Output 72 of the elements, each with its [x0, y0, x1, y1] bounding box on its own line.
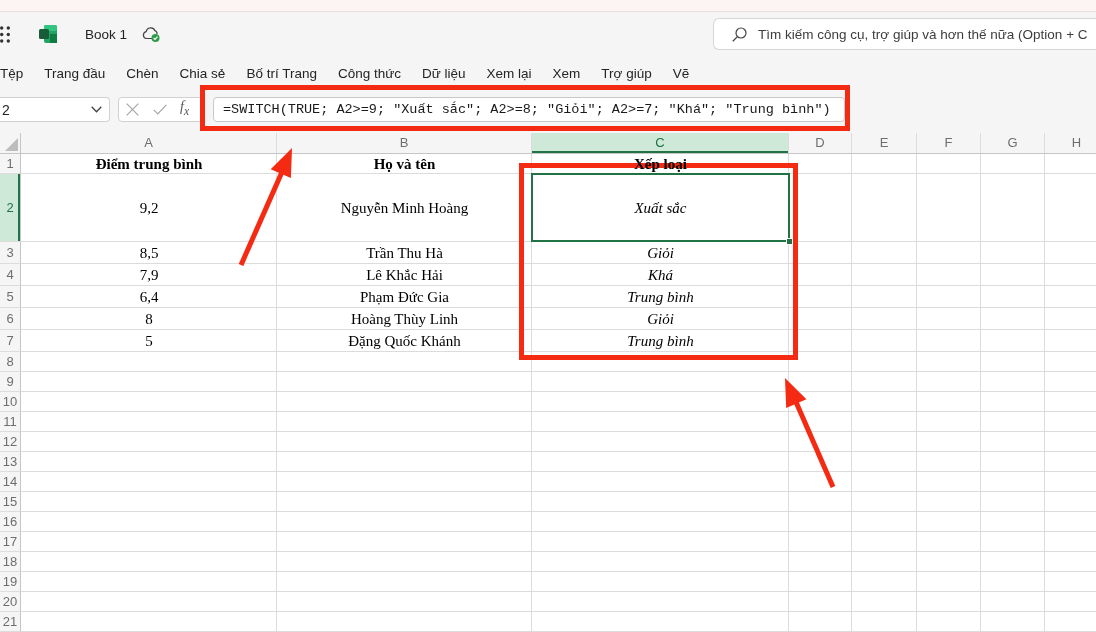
cell-value: 6,4 [139, 288, 159, 306]
spreadsheet-logo-icon[interactable] [39, 25, 57, 43]
ribbon-tab[interactable]: Xem lại [486, 66, 532, 82]
row-header[interactable]: 11 [0, 412, 21, 432]
name-box[interactable]: 2 [0, 97, 110, 122]
formula-field[interactable]: =SWITCH(TRUE; A2>=9; "Xuất sắc"; A2>=8; "Giỏi"; A2>=7; "Khá"; "Trung bình") [213, 97, 845, 122]
cell-value: Lê Khắc Hải [366, 266, 443, 284]
column-title: Họ và tên [373, 155, 436, 173]
row-header[interactable]: 9 [0, 372, 21, 392]
column-header[interactable]: F [917, 133, 981, 153]
search-field[interactable]: Tìm kiếm công cụ, trợ giúp và hơn thế nữa (Option + C [713, 18, 1096, 50]
cell-value: Đặng Quốc Khánh [348, 332, 461, 350]
cell-value: Giỏi [647, 244, 674, 262]
ribbon-tab[interactable]: Chia sẻ [179, 66, 226, 82]
row-header[interactable]: 5 [0, 286, 21, 308]
cell-value: Nguyễn Minh Hoàng [340, 199, 469, 217]
ribbon-tab[interactable]: Tệp [0, 66, 24, 82]
column-header[interactable]: C [532, 133, 789, 153]
row-header[interactable]: 20 [0, 592, 21, 612]
column-header[interactable]: D [789, 133, 852, 153]
search-icon [732, 27, 747, 42]
ribbon-tab[interactable]: Chèn [126, 66, 159, 82]
row-header[interactable]: 17 [0, 532, 21, 552]
column-header[interactable]: G [981, 133, 1045, 153]
ribbon-tab[interactable]: Công thức [337, 66, 401, 82]
chevron-down-icon[interactable] [91, 106, 102, 113]
cell-value: 7,9 [139, 266, 159, 284]
column-title: Điểm trung bình [95, 155, 203, 173]
cell-value: 8 [145, 310, 153, 328]
row-header[interactable]: 18 [0, 552, 21, 572]
row-header[interactable]: 2 [0, 174, 21, 242]
cloud-check-icon[interactable] [142, 26, 161, 42]
cell-value: 5 [145, 332, 153, 350]
row-header[interactable]: 16 [0, 512, 21, 532]
cell-value: Xuất sắc [634, 198, 687, 217]
row-header[interactable]: 12 [0, 432, 21, 452]
column-header[interactable]: A [21, 133, 277, 153]
cell-value: Trung bình [627, 332, 694, 350]
row-header[interactable]: 1 [0, 154, 21, 174]
row-header[interactable]: 6 [0, 308, 21, 330]
cell-value: Phạm Đức Gia [360, 288, 449, 306]
document-title[interactable]: Book 1 [85, 26, 128, 42]
column-header[interactable]: E [852, 133, 917, 153]
row-header[interactable]: 3 [0, 242, 21, 264]
ribbon-tab[interactable]: Trợ giúp [601, 66, 652, 82]
column-header[interactable]: H [1045, 133, 1096, 153]
grid-dots-icon[interactable] [0, 25, 10, 43]
row-header[interactable]: 13 [0, 452, 21, 472]
check-icon[interactable] [153, 104, 167, 115]
row-header[interactable]: 19 [0, 572, 21, 592]
cell-value: Giỏi [647, 310, 674, 328]
cell-value: Trần Thu Hà [366, 244, 443, 262]
cell-value: 9,2 [139, 199, 159, 217]
cell-value: Khá [648, 266, 673, 284]
fill-handle-icon[interactable] [786, 238, 793, 245]
insert-function-button[interactable]: f$_{x}$ [180, 99, 190, 120]
cell-value: 8,5 [139, 244, 159, 262]
row-header[interactable]: 4 [0, 264, 21, 286]
selection-frame[interactable]: Xuất sắc [531, 173, 790, 242]
row-header[interactable]: 7 [0, 330, 21, 352]
row-header[interactable]: 10 [0, 392, 21, 412]
cell-value: Hoàng Thùy Linh [350, 310, 459, 328]
row-header[interactable]: 21 [0, 612, 21, 632]
row-header[interactable]: 8 [0, 352, 21, 372]
ribbon-tab[interactable]: Xem [552, 66, 581, 82]
ribbon-tab[interactable]: Bố trí Trang [246, 66, 317, 82]
row-header[interactable]: 15 [0, 492, 21, 512]
cell-value: Trung bình [627, 288, 694, 306]
ribbon-tab[interactable]: Trang đầu [44, 66, 106, 82]
ribbon-tab[interactable]: Vẽ [672, 66, 690, 82]
ribbon-tab[interactable]: Dữ liệu [422, 66, 466, 82]
row-header[interactable]: 14 [0, 472, 21, 492]
